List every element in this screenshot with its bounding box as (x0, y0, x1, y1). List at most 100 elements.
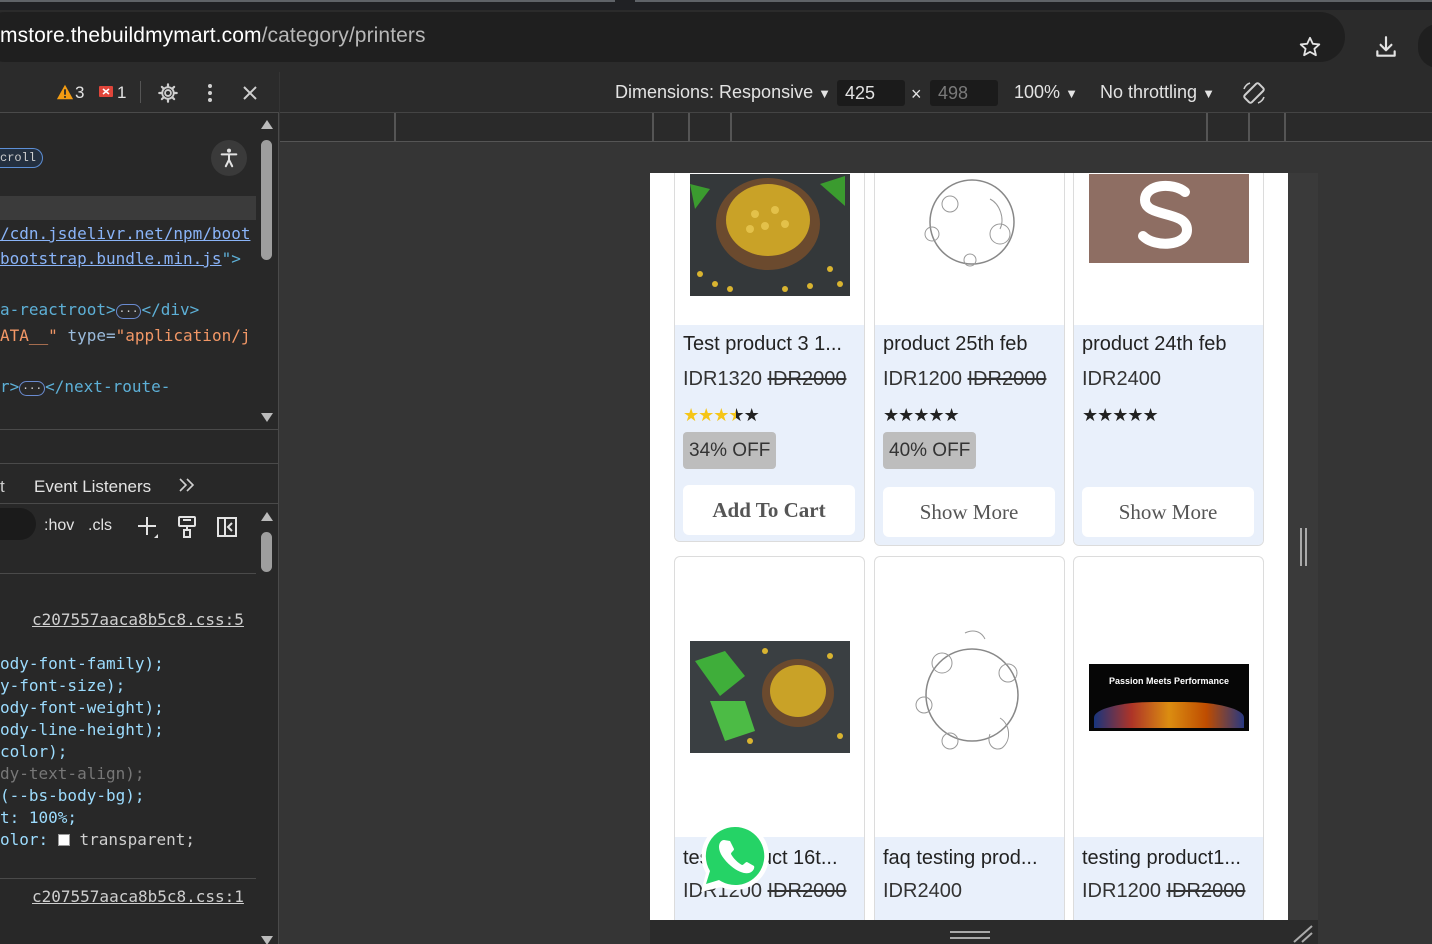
product-card[interactable]: product 24th feb IDR2400 ★★★★★ Show More (1073, 173, 1264, 546)
css-source-link[interactable]: c207557aaca8b5c8.css:5 (32, 610, 244, 629)
product-card[interactable]: faq testing prod... IDR2400 (874, 556, 1065, 920)
elements-scrollbar[interactable] (259, 120, 273, 426)
divider (140, 81, 141, 103)
height-input[interactable]: 498 (930, 80, 998, 106)
cls-toggle[interactable]: .cls (88, 517, 112, 535)
error-icon[interactable] (97, 83, 115, 101)
vegetable-sketch-icon[interactable] (890, 174, 1050, 296)
accessibility-icon[interactable] (211, 140, 247, 176)
tag-text: r> (0, 377, 20, 396)
url-text[interactable]: mstore.thebuildmymart.com/category/print… (0, 24, 426, 48)
more-vert-icon[interactable] (198, 80, 222, 106)
css-line-inactive[interactable]: dy-text-align); (0, 764, 145, 783)
css-line[interactable]: ody-font-weight); (0, 698, 164, 717)
banner-text: Passion Meets Performance (1108, 676, 1230, 686)
toggle-sidebar-icon[interactable] (214, 513, 240, 541)
scroll-thumb[interactable] (261, 532, 272, 572)
elements-line[interactable]: /cdn.jsdelivr.net/npm/boot (0, 224, 250, 243)
script-src-link[interactable]: bootstrap.bundle.min.js (0, 249, 222, 268)
product-title[interactable]: product 24th feb (1082, 333, 1257, 356)
resize-handle-icon[interactable] (950, 937, 990, 939)
rotate-icon[interactable] (1240, 79, 1268, 107)
product-price: IDR1200 IDR2000 (1082, 880, 1245, 903)
product-card[interactable]: product 25th feb IDR1200 IDR2000 ★★★★★ 4… (874, 173, 1065, 546)
elements-line[interactable]: r> ··· </next-route- (0, 377, 170, 396)
resize-handle-icon[interactable] (1305, 528, 1307, 566)
viewport-resize-strip[interactable] (1288, 173, 1318, 920)
zoom-dropdown[interactable]: 100% ▼ (1014, 82, 1078, 103)
bookmark-star-icon[interactable] (1292, 32, 1328, 62)
product-title[interactable]: testing product1... (1082, 847, 1257, 870)
dimensions-label: Dimensions: Responsive (615, 82, 814, 102)
warning-icon[interactable] (55, 82, 75, 102)
styles-scrollbar[interactable] (259, 512, 273, 944)
price-original: IDR2000 (767, 368, 847, 390)
add-rule-icon[interactable] (134, 513, 162, 541)
download-icon[interactable] (1368, 32, 1404, 62)
times-sign: × (911, 84, 922, 104)
product-title[interactable]: faq testing prod... (883, 847, 1058, 870)
vegetable-sketch-icon[interactable] (890, 623, 1050, 763)
url-host: mstore.thebuildmymart.com (0, 24, 262, 47)
dimensions-dropdown[interactable]: Dimensions: Responsive ▼ (615, 82, 831, 103)
price-original: IDR2000 (767, 880, 847, 902)
tab-edge (0, 0, 615, 2)
throttling-dropdown[interactable]: No throttling ▼ (1100, 82, 1215, 103)
scroll-down-arrow-icon[interactable] (261, 413, 273, 422)
elements-line[interactable]: ATA__" type="application/j (0, 326, 250, 345)
paint-brush-icon[interactable] (174, 513, 200, 541)
css-line[interactable]: t: 100%; (0, 808, 77, 827)
price-current: IDR1320 (683, 368, 762, 390)
product-title[interactable]: product 25th feb (883, 333, 1058, 356)
letter-s-icon[interactable] (1089, 174, 1249, 263)
fenugreek-bowl-icon[interactable] (690, 174, 850, 296)
elements-line[interactable]: bootstrap.bundle.min.js"> (0, 249, 241, 268)
laptop-banner-icon[interactable]: Passion Meets Performance (1089, 664, 1249, 731)
elements-line[interactable]: a-reactroot> ··· </div> (0, 300, 199, 319)
product-card[interactable]: Test product 3 1... IDR1320 IDR2000 ★★★★… (674, 173, 865, 542)
tab-event-listeners[interactable]: Event Listeners (34, 477, 151, 497)
ellipsis-icon[interactable]: ··· (19, 381, 46, 396)
resize-handle-icon[interactable] (950, 931, 990, 933)
show-more-button[interactable]: Show More (1082, 487, 1254, 537)
close-icon[interactable] (238, 80, 262, 106)
css-line[interactable]: (--bs-body-bg); (0, 786, 145, 805)
color-swatch[interactable] (57, 834, 70, 846)
scroll-thumb[interactable] (261, 140, 272, 260)
selected-node-highlight (0, 196, 256, 220)
script-src-link[interactable]: /cdn.jsdelivr.net/npm/boot (0, 224, 250, 243)
add-to-cart-button[interactable]: Add To Cart (683, 485, 855, 535)
ellipsis-icon[interactable]: ··· (115, 304, 142, 319)
scroll-up-arrow-icon[interactable] (261, 120, 273, 129)
scroll-badge-label: croll (0, 151, 37, 165)
profile-button[interactable] (1418, 24, 1432, 68)
corner-resize-icon[interactable] (1290, 922, 1316, 944)
settings-gear-icon[interactable] (155, 80, 181, 106)
styles-filter-input[interactable] (0, 508, 36, 540)
whatsapp-button[interactable] (696, 818, 774, 896)
css-source-link[interactable]: c207557aaca8b5c8.css:1 (32, 887, 244, 906)
scroll-up-arrow-icon[interactable] (261, 512, 273, 521)
card-body: Test product 3 1... IDR1320 IDR2000 ★★★★… (675, 325, 864, 541)
tab-computed[interactable]: t (0, 477, 5, 497)
resize-handle-icon[interactable] (1300, 528, 1302, 566)
errors-count: 1 (117, 83, 127, 102)
css-line[interactable]: ody-line-height); (0, 720, 164, 739)
viewport-bottom-resize[interactable] (650, 920, 1318, 944)
width-input[interactable]: 425 (837, 80, 905, 106)
css-line[interactable]: olor: (0, 830, 48, 849)
product-card[interactable]: Passion Meets Performance testing produc… (1073, 556, 1264, 920)
device-viewport[interactable]: Test product 3 1... IDR1320 IDR2000 ★★★★… (650, 173, 1288, 920)
scroll-down-arrow-icon[interactable] (261, 936, 273, 944)
show-more-button[interactable]: Show More (883, 487, 1055, 537)
hov-toggle[interactable]: :hov (44, 517, 74, 535)
chevron-double-right-icon[interactable] (176, 475, 198, 495)
fenugreek-leaves-icon[interactable] (690, 641, 850, 753)
product-title[interactable]: Test product 3 1... (683, 333, 858, 356)
price-current: IDR1200 (883, 368, 962, 390)
css-line[interactable]: color); (0, 742, 67, 761)
css-line[interactable]: y-font-size); (0, 676, 125, 695)
card-body: testing product1... IDR1200 IDR2000 (1074, 837, 1263, 920)
css-line[interactable]: ody-font-family); (0, 654, 164, 673)
scroll-badge[interactable]: croll (0, 148, 43, 168)
